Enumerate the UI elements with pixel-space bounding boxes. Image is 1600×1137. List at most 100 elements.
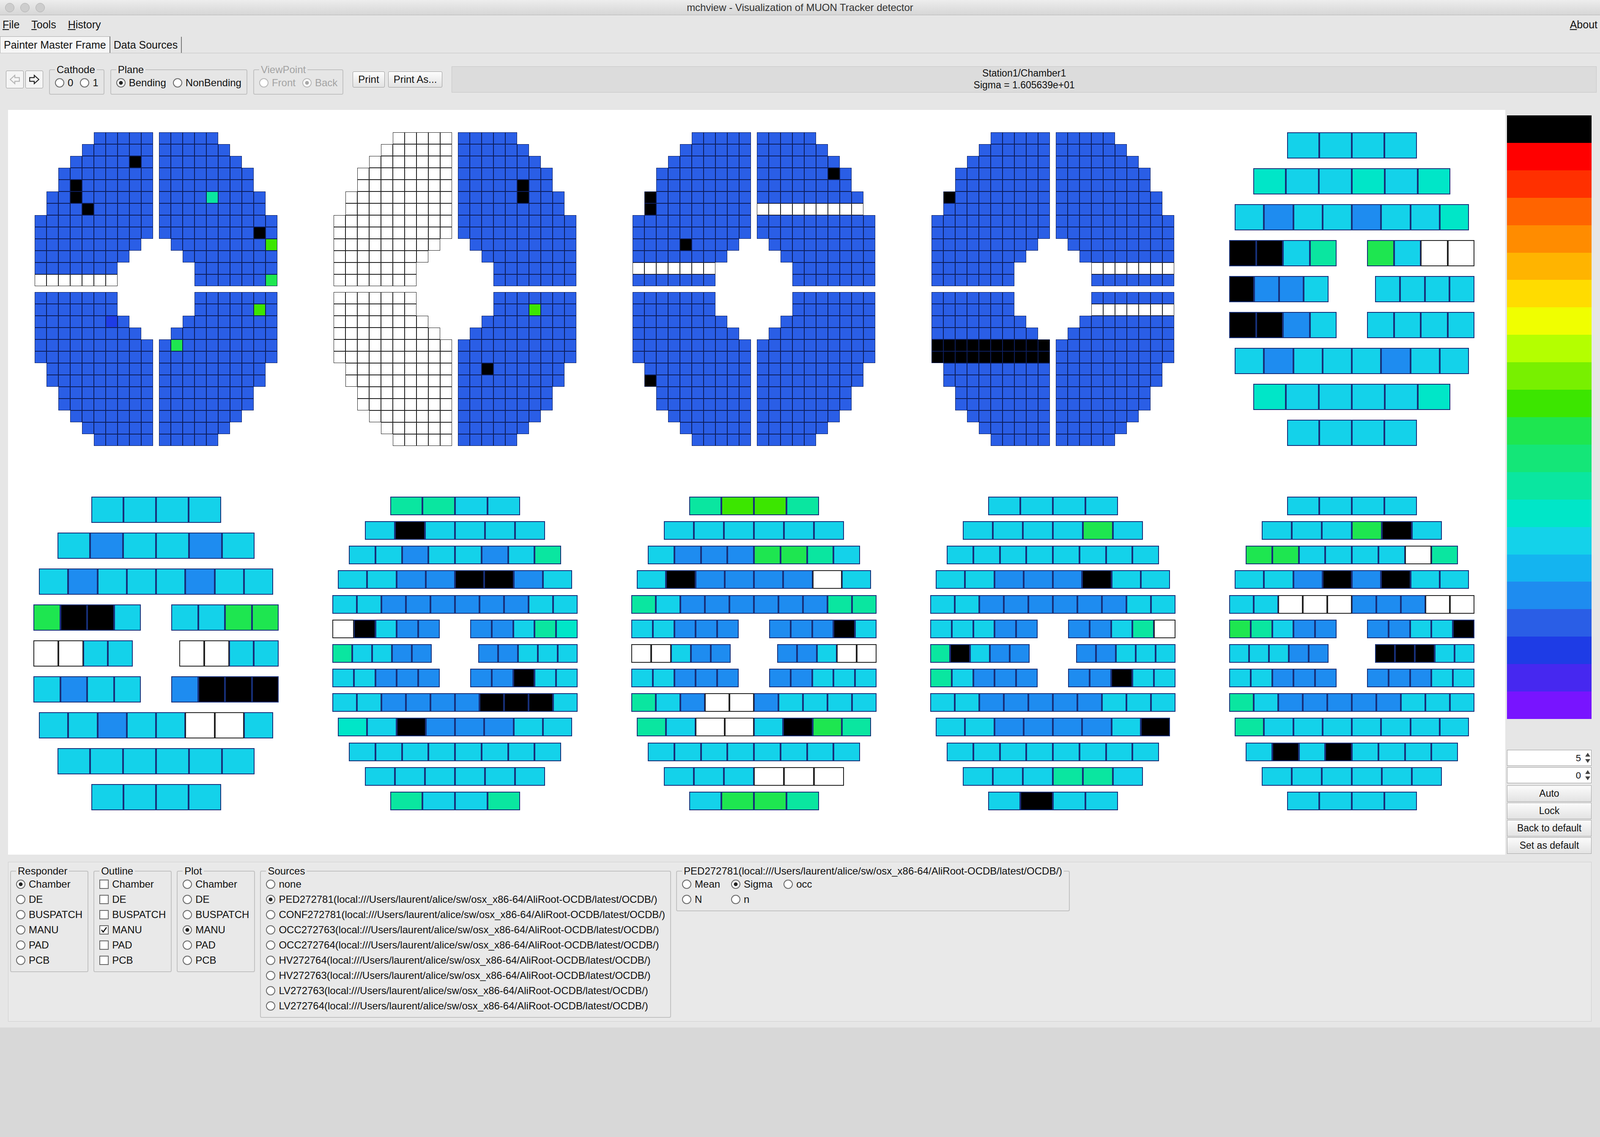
chamber-view[interactable]	[930, 132, 1176, 447]
manu-cell[interactable]	[827, 250, 840, 263]
quadrant[interactable]	[632, 132, 751, 287]
manu-cell[interactable]	[679, 156, 692, 168]
manu-cell[interactable]	[493, 363, 506, 376]
manu-cell[interactable]	[1138, 215, 1151, 228]
manu-cell[interactable]	[404, 398, 417, 411]
manu-cell[interactable]	[117, 203, 130, 216]
manu-cell[interactable]	[428, 203, 441, 216]
manu-cell[interactable]	[1002, 398, 1015, 411]
manu-cell[interactable]	[851, 375, 864, 387]
manu-cell[interactable]	[416, 363, 429, 376]
manu-cell[interactable]	[1014, 156, 1027, 168]
manu-cell[interactable]	[1026, 144, 1039, 157]
manu-cell[interactable]	[756, 410, 769, 423]
manu-cell[interactable]	[691, 227, 704, 239]
manu-cell[interactable]	[727, 422, 740, 435]
manu-cell[interactable]	[1079, 339, 1092, 352]
manu-cell[interactable]	[656, 386, 669, 399]
manu-cell[interactable]	[416, 351, 429, 364]
manu-cell[interactable]	[1002, 327, 1015, 340]
pcb-segment[interactable]	[1380, 347, 1411, 375]
manu-cell[interactable]	[804, 386, 817, 399]
detector-canvas[interactable]	[8, 109, 1506, 855]
manu-cell[interactable]	[978, 410, 991, 423]
manu-cell[interactable]	[816, 156, 828, 168]
quadrant[interactable]	[158, 292, 278, 447]
manu-cell[interactable]	[1150, 227, 1163, 239]
manu-cell[interactable]	[206, 274, 219, 287]
manu-cell[interactable]	[978, 203, 991, 216]
manu-cell[interactable]	[493, 274, 506, 287]
manu-cell[interactable]	[1115, 227, 1127, 239]
manu-cell[interactable]	[851, 351, 864, 364]
manu-cell[interactable]	[505, 144, 518, 157]
manu-cell[interactable]	[416, 238, 429, 251]
manu-cell[interactable]	[457, 191, 470, 204]
manu-cell[interactable]	[1002, 132, 1015, 145]
manu-cell[interactable]	[1014, 398, 1027, 411]
manu-cell[interactable]	[170, 351, 183, 364]
manu-cell[interactable]	[990, 250, 1003, 263]
manu-cell[interactable]	[469, 203, 482, 216]
manu-cell[interactable]	[428, 386, 441, 399]
manu-cell[interactable]	[552, 327, 565, 340]
manu-cell[interactable]	[1067, 363, 1080, 376]
slat-chamber[interactable]	[332, 496, 578, 811]
manu-cell[interactable]	[656, 363, 669, 376]
manu-cell[interactable]	[564, 250, 577, 263]
radio-option[interactable]: Front	[259, 75, 296, 91]
manu-cell[interactable]	[481, 422, 494, 435]
manu-cell[interactable]	[967, 315, 979, 328]
manu-cell[interactable]	[703, 156, 716, 168]
manu-cell[interactable]	[780, 156, 793, 168]
manu-cell[interactable]	[505, 292, 518, 305]
manu-cell[interactable]	[1038, 375, 1050, 387]
manu-cell[interactable]	[70, 250, 83, 263]
manu-cell[interactable]	[816, 363, 828, 376]
manu-cell[interactable]	[469, 179, 482, 192]
manu-cell[interactable]	[404, 191, 417, 204]
manu-cell[interactable]	[792, 304, 805, 316]
manu-cell[interactable]	[1150, 315, 1163, 328]
manu-cell[interactable]	[1002, 351, 1015, 364]
manu-cell[interactable]	[679, 238, 692, 251]
manu-cell[interactable]	[967, 203, 979, 216]
manu-cell[interactable]	[469, 386, 482, 399]
manu-cell[interactable]	[668, 398, 680, 411]
manu-cell[interactable]	[540, 179, 553, 192]
manu-cell[interactable]	[416, 434, 429, 447]
manu-cell[interactable]	[369, 410, 381, 423]
manu-cell[interactable]	[380, 304, 393, 316]
manu-cell[interactable]	[1126, 262, 1139, 275]
manu-cell[interactable]	[105, 156, 118, 168]
manu-cell[interactable]	[117, 327, 130, 340]
manu-cell[interactable]	[1162, 215, 1175, 228]
manu-cell[interactable]	[1026, 410, 1039, 423]
pcb-segment[interactable]	[381, 595, 406, 614]
pcb-segment[interactable]	[534, 545, 562, 565]
manu-cell[interactable]	[416, 179, 429, 192]
manu-cell[interactable]	[644, 238, 657, 251]
manu-cell[interactable]	[552, 351, 565, 364]
manu-cell[interactable]	[756, 363, 769, 376]
pcb-segment[interactable]	[114, 676, 142, 703]
manu-cell[interactable]	[194, 422, 207, 435]
manu-cell[interactable]	[851, 339, 864, 352]
manu-cell[interactable]	[967, 156, 979, 168]
manu-cell[interactable]	[241, 262, 254, 275]
manu-cell[interactable]	[1038, 410, 1050, 423]
manu-cell[interactable]	[46, 274, 59, 287]
manu-cell[interactable]	[170, 434, 183, 447]
manu-cell[interactable]	[1026, 339, 1039, 352]
manu-cell[interactable]	[392, 132, 405, 145]
manu-cell[interactable]	[839, 203, 852, 216]
manu-cell[interactable]	[816, 315, 828, 328]
manu-cell[interactable]	[369, 156, 381, 168]
manu-cell[interactable]	[792, 274, 805, 287]
manu-cell[interactable]	[839, 351, 852, 364]
manu-cell[interactable]	[656, 238, 669, 251]
pcb-segment[interactable]	[1293, 347, 1323, 375]
manu-cell[interactable]	[1126, 156, 1139, 168]
manu-cell[interactable]	[839, 398, 852, 411]
manu-cell[interactable]	[839, 304, 852, 316]
